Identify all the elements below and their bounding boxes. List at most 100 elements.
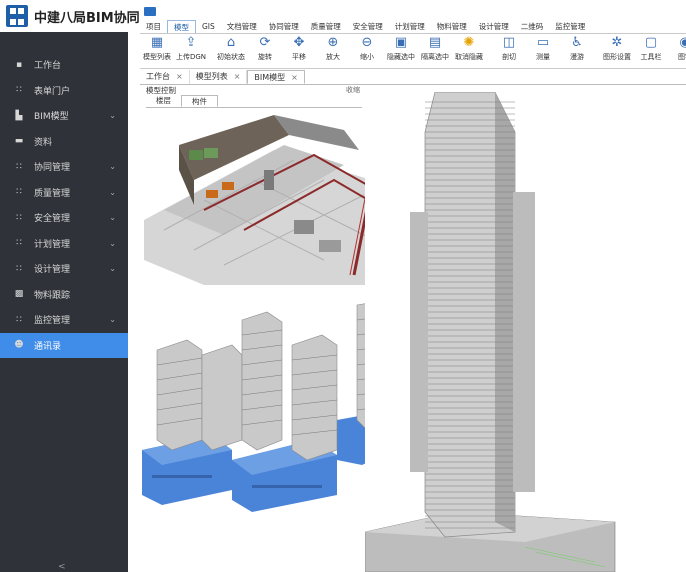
ribbon-tool-label: 漫游 <box>570 53 584 61</box>
ribbon-tool-label: 测量 <box>536 53 550 61</box>
panel-tabs: 楼层 构件 <box>146 95 362 108</box>
close-icon[interactable]: × <box>176 72 183 81</box>
panel-tab[interactable]: 构件 <box>181 95 218 107</box>
sidebar-item-label: 工作台 <box>34 61 62 72</box>
ribbon-tool-button[interactable]: ⌂ 初始状态 <box>214 34 248 68</box>
collapse-sidebar-icon[interactable]: < <box>58 562 66 572</box>
sidebar-item-label: 监控管理 <box>34 316 71 327</box>
tower-complex-view[interactable] <box>142 300 394 515</box>
ribbon-tool-button[interactable]: ♿ 漫游 <box>560 34 594 68</box>
sidebar-item[interactable]: ▬ 资料 <box>0 129 128 155</box>
pin-icon: ◉ <box>679 35 686 50</box>
rotate-icon: ⟳ <box>259 35 271 50</box>
ribbon-toolbar: ▦ 模型列表 ⇪ 上传DGN ⌂ 初始状态 ⟳ 旋转 ✥ 平移 ⊕ 放大 ⊖ 缩小 ▣ 隐藏选中 ▤ 隔离选中 ✺ 取… <box>140 34 686 69</box>
menu-tab[interactable]: 计划管理 <box>389 20 431 33</box>
move-icon: ✥ <box>293 35 305 50</box>
ribbon-tool-button[interactable]: ✥ 平移 <box>282 34 316 68</box>
sidebar-item[interactable]: ☻ 通讯录 <box>0 332 128 358</box>
ribbon-tool-button[interactable]: ⊖ 缩小 <box>350 34 384 68</box>
supertall-tower-view[interactable] <box>365 92 686 572</box>
brand-header: 中建八局BIM协同 <box>0 0 140 32</box>
ribbon-tool-label: 图形设置 <box>603 53 631 61</box>
sidebar-item[interactable]: ∷ 监控管理 ⌄ <box>0 307 128 333</box>
ribbon-tool-button[interactable]: ▭ 测量 <box>526 34 560 68</box>
ribbon-tool-label: 初始状态 <box>217 53 245 61</box>
sidebar-item[interactable]: ∷ 安全管理 ⌄ <box>0 205 128 231</box>
measure-icon: ▭ <box>536 35 550 50</box>
home-icon: ⌂ <box>226 35 236 50</box>
sidebar-item-label: 安全管理 <box>34 214 71 225</box>
menu-tab[interactable]: 项目 <box>140 20 167 33</box>
cube-icon: ▩ <box>14 289 24 300</box>
menu-tab[interactable]: 协同管理 <box>263 20 305 33</box>
menu-tab[interactable]: 模型 <box>167 20 196 33</box>
panel-collapse-button[interactable]: 收缩 <box>346 85 360 95</box>
isolate-icon: ▤ <box>428 35 442 50</box>
menu-tab[interactable]: 二维码 <box>515 20 550 33</box>
panel-tab[interactable]: 楼层 <box>146 95 181 107</box>
ribbon-tool-button[interactable]: ⊕ 放大 <box>316 34 350 68</box>
apps-icon: ∷ <box>16 187 22 198</box>
document-tab[interactable]: 模型列表 × <box>190 70 248 84</box>
ribbon-tool-label: 旋转 <box>258 53 272 61</box>
ribbon-tool-label: 剖切 <box>502 53 516 61</box>
ribbon-tool-label: 模型列表 <box>143 53 171 61</box>
apps-icon: ∷ <box>16 212 22 223</box>
sidebar-item[interactable]: ▪ 工作台 <box>0 52 128 78</box>
window-icon <box>144 7 156 16</box>
app-title: 中建八局BIM协同 <box>34 10 140 26</box>
section-icon: ◫ <box>502 35 516 50</box>
apps-icon: ∷ <box>16 238 22 249</box>
apps-icon: ∷ <box>16 314 22 325</box>
menu-tab[interactable]: 物料管理 <box>431 20 473 33</box>
ribbon-tool-button[interactable]: ✺ 取消隐藏 <box>452 34 486 68</box>
sidebar: ▪ 工作台 ∷ 表单门户 ▙ BIM模型 ⌄ ▬ 资料 ∷ 协同管理 ⌄ ∷ 质量管理 ⌄ ∷ 安全管理 ⌄ ∷ 计划… <box>0 32 128 572</box>
dashboard-icon: ▪ <box>15 59 23 70</box>
ribbon-tool-button[interactable]: ◫ 剖切 <box>492 34 526 68</box>
sidebar-item-label: 计划管理 <box>34 239 71 250</box>
zoom-out-icon: ⊖ <box>361 35 373 50</box>
apps-icon: ∷ <box>16 161 22 172</box>
document-tab[interactable]: 工作台 × <box>140 70 190 84</box>
apps-icon: ∷ <box>16 263 22 274</box>
sidebar-item[interactable]: ∷ 计划管理 ⌄ <box>0 231 128 257</box>
ribbon-tool-button[interactable]: ◉ 图钉 <box>668 34 686 68</box>
ribbon-tool-button[interactable]: ▢ 工具栏 <box>634 34 668 68</box>
toolbar-icon: ▢ <box>644 35 658 50</box>
document-tab-label: BIM模型 <box>254 73 286 82</box>
sidebar-item[interactable]: ∷ 协同管理 ⌄ <box>0 154 128 180</box>
chevron-down-icon: ⌄ <box>109 111 116 120</box>
ribbon-tool-button[interactable]: ⇪ 上传DGN <box>174 34 208 68</box>
menu-tab[interactable]: GIS <box>196 20 221 33</box>
menu-tab[interactable]: 监控管理 <box>549 20 591 33</box>
ribbon-tool-button[interactable]: ▣ 隐藏选中 <box>384 34 418 68</box>
close-icon[interactable]: × <box>234 72 241 81</box>
sidebar-item[interactable]: ∷ 设计管理 ⌄ <box>0 256 128 282</box>
folder-icon: ▬ <box>14 136 24 147</box>
ribbon-tool-button[interactable]: ▦ 模型列表 <box>140 34 174 68</box>
ribbon-tool-button[interactable]: ▤ 隔离选中 <box>418 34 452 68</box>
menu-tab[interactable]: 安全管理 <box>347 20 389 33</box>
logo-icon <box>6 5 28 27</box>
sidebar-item-label: 设计管理 <box>34 265 71 276</box>
document-tab[interactable]: BIM模型 × <box>247 70 305 84</box>
zoom-in-icon: ⊕ <box>327 35 339 50</box>
hide-selected-icon: ▣ <box>394 35 408 50</box>
sidebar-item-label: 物料跟踪 <box>34 290 71 301</box>
sidebar-item[interactable]: ∷ 质量管理 ⌄ <box>0 180 128 206</box>
ribbon-tool-button[interactable]: ⟳ 旋转 <box>248 34 282 68</box>
sidebar-item[interactable]: ∷ 表单门户 <box>0 78 128 104</box>
menu-tab[interactable]: 文档管理 <box>221 20 263 33</box>
chevron-down-icon: ⌄ <box>109 187 116 197</box>
sidebar-item[interactable]: ▩ 物料跟踪 <box>0 282 128 308</box>
sidebar-item[interactable]: ▙ BIM模型 ⌄ <box>0 103 128 129</box>
menu-tab[interactable]: 质量管理 <box>305 20 347 33</box>
document-tab-label: 模型列表 <box>195 72 228 81</box>
ribbon-tool-label: 上传DGN <box>175 53 207 61</box>
graphics-icon: ✲ <box>611 35 623 50</box>
chevron-down-icon: ⌄ <box>109 238 116 248</box>
menu-tab[interactable]: 设计管理 <box>473 20 515 33</box>
ribbon-tool-button[interactable]: ✲ 图形设置 <box>600 34 634 68</box>
building-icon: ▙ <box>15 110 23 121</box>
close-icon[interactable]: × <box>291 73 298 82</box>
